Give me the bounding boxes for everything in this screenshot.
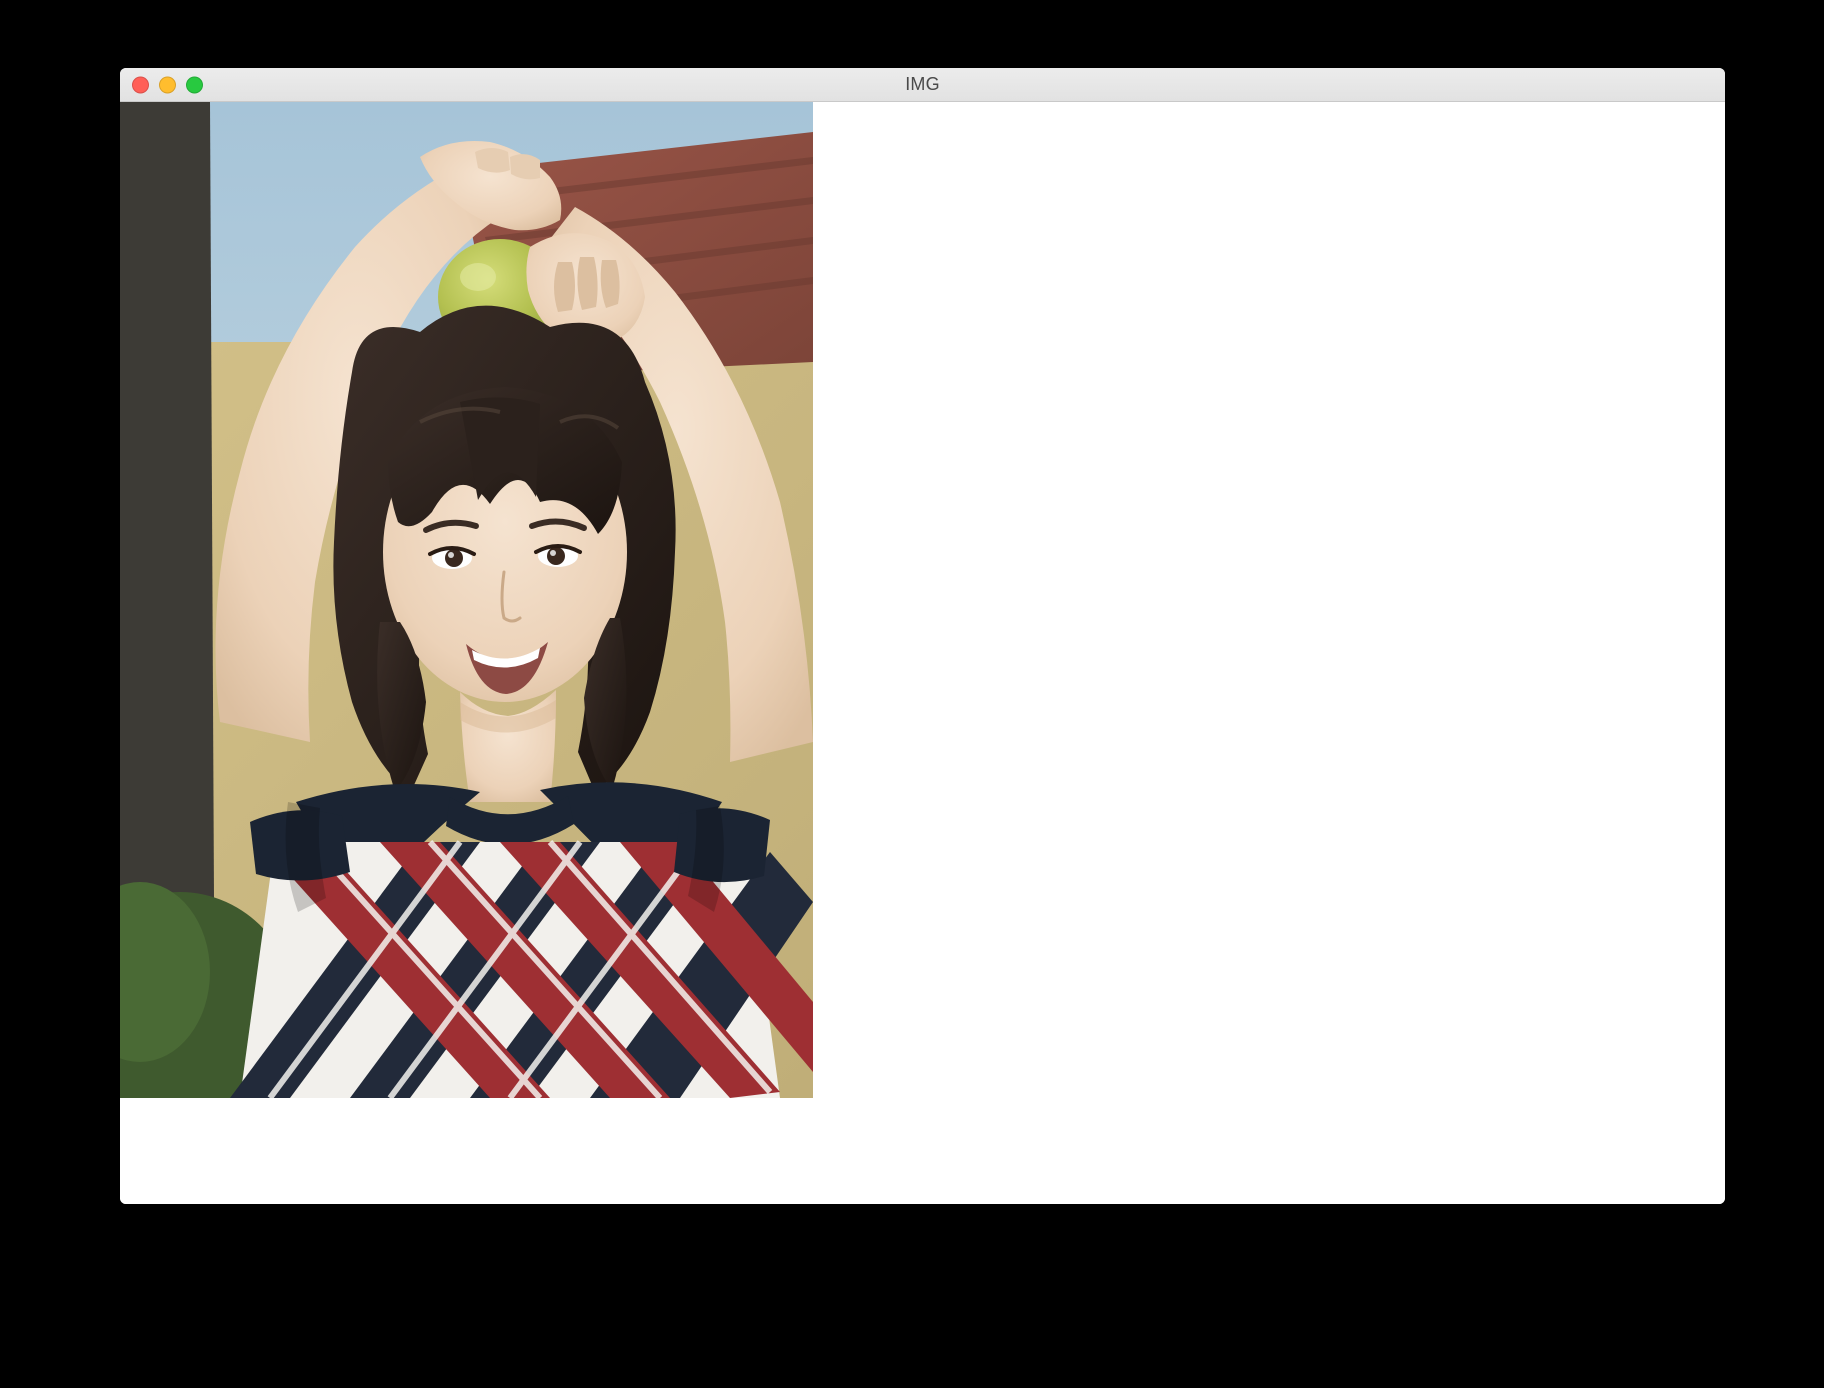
close-button[interactable] bbox=[132, 76, 149, 93]
minimize-button[interactable] bbox=[159, 76, 176, 93]
traffic-lights bbox=[132, 76, 203, 93]
window-titlebar[interactable]: IMG bbox=[120, 68, 1725, 102]
window: IMG bbox=[120, 68, 1725, 1204]
window-content bbox=[120, 102, 1725, 1204]
window-title: IMG bbox=[905, 74, 940, 95]
desktop-background: IMG bbox=[0, 0, 1824, 1388]
zoom-button[interactable] bbox=[186, 76, 203, 93]
displayed-image bbox=[120, 102, 813, 1098]
